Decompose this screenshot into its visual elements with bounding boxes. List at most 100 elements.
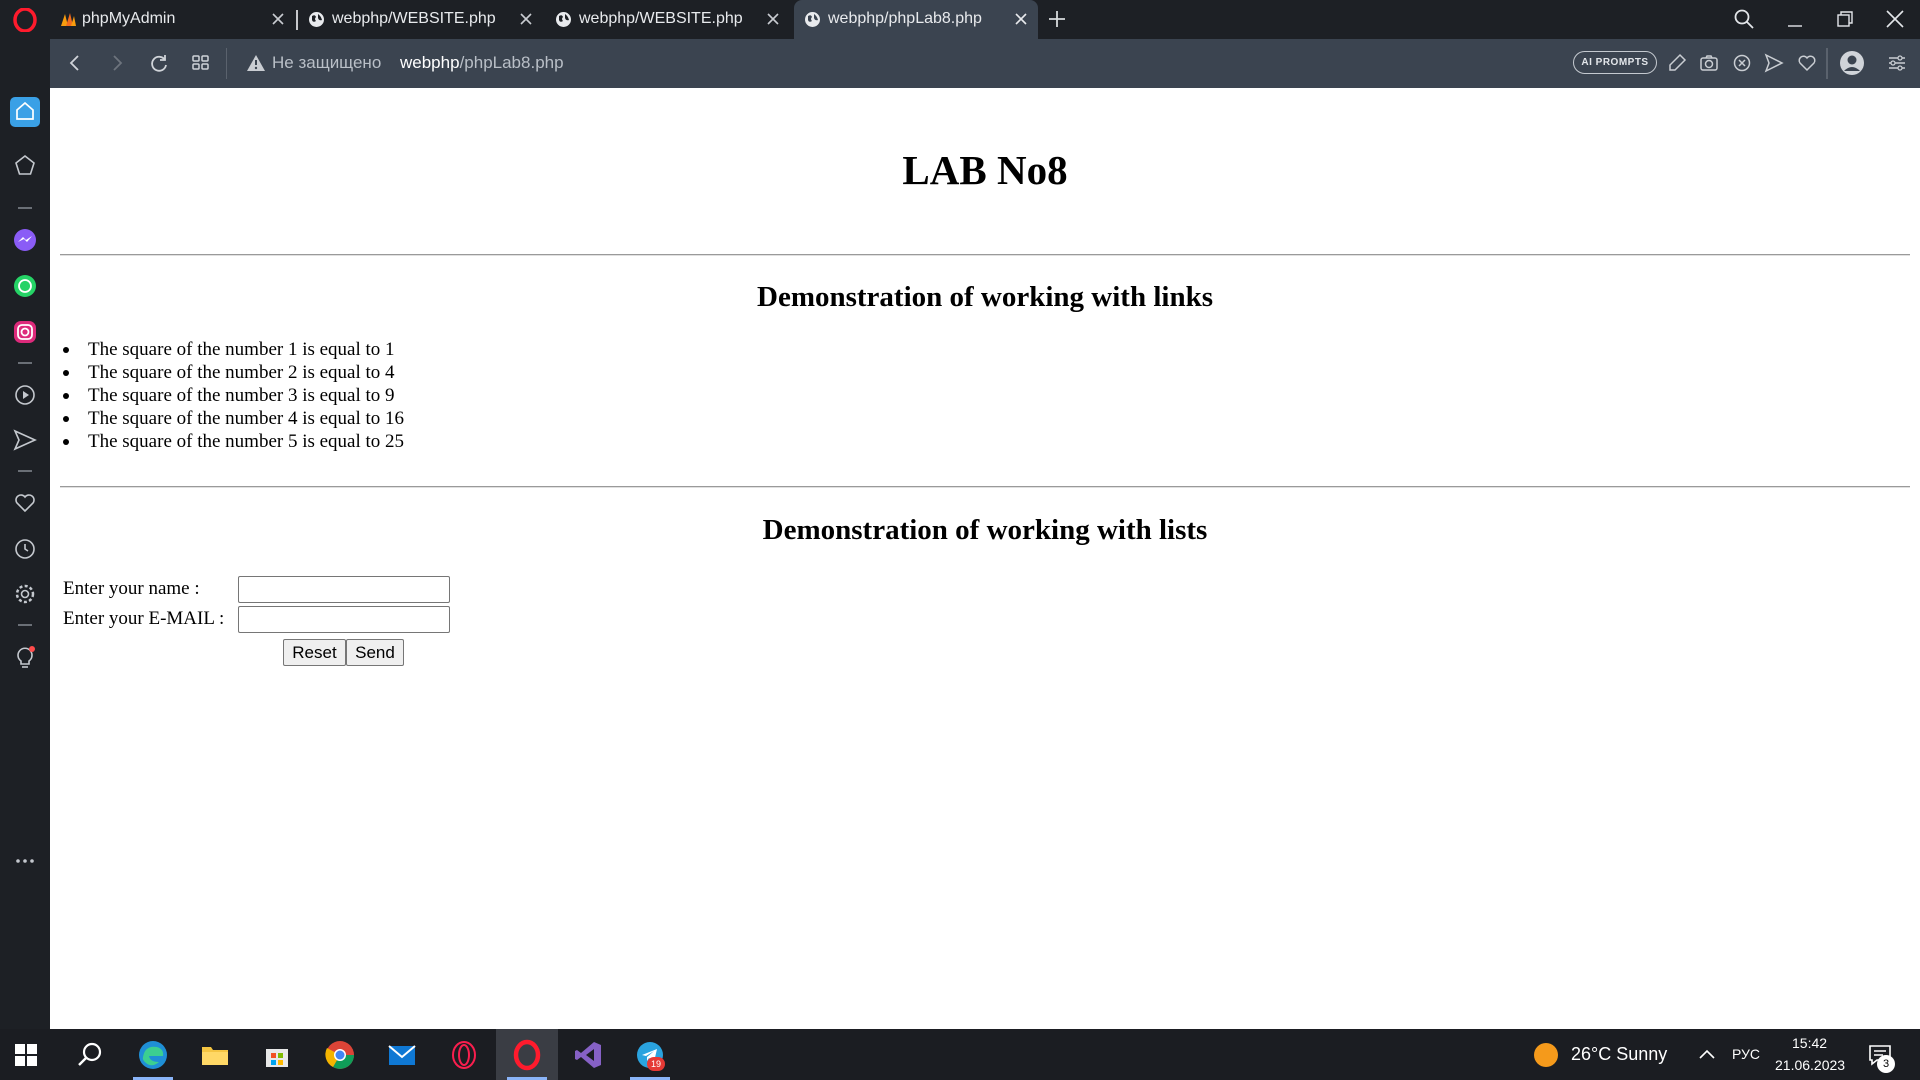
search-tabs-icon[interactable] bbox=[1733, 8, 1755, 30]
clock-date[interactable]: 21.06.2023 bbox=[1775, 1057, 1845, 1073]
name-input[interactable] bbox=[238, 576, 450, 603]
sidebar-separator bbox=[18, 362, 32, 364]
security-label[interactable]: Не защищено bbox=[272, 53, 381, 73]
email-input[interactable] bbox=[238, 606, 450, 633]
list-item: The square of the number 3 is equal to 9 bbox=[63, 384, 404, 407]
easy-setup-icon[interactable] bbox=[1886, 52, 1908, 74]
horizontal-rule bbox=[60, 254, 1910, 256]
chrome-icon[interactable] bbox=[324, 1039, 356, 1071]
bullet bbox=[63, 439, 69, 445]
clock-time[interactable]: 15:42 bbox=[1792, 1035, 1827, 1051]
list-item-text: The square of the number 4 is equal to 1… bbox=[88, 408, 405, 429]
sidebar bbox=[0, 39, 50, 1029]
adblock-icon[interactable] bbox=[1731, 52, 1753, 74]
language-indicator[interactable]: РУС bbox=[1732, 1046, 1760, 1062]
tab-title: webphp/phpLab8.php bbox=[828, 10, 982, 27]
sidebar-separator bbox=[18, 624, 32, 626]
instagram-icon[interactable] bbox=[12, 319, 38, 345]
tab-strip: phpMyAdmin webphp/WEBSITE.php webphp/WEB… bbox=[0, 0, 1920, 39]
file-explorer-icon[interactable] bbox=[199, 1039, 231, 1071]
sidebar-separator bbox=[18, 207, 32, 209]
links-section-heading: Demonstration of working with links bbox=[757, 281, 1213, 313]
toolbar-divider bbox=[1826, 48, 1828, 79]
windows-start-icon[interactable] bbox=[14, 1043, 38, 1067]
reset-button[interactable]: Reset bbox=[283, 639, 346, 666]
forward-icon[interactable] bbox=[106, 52, 128, 74]
globe-icon bbox=[805, 12, 820, 27]
reload-icon[interactable] bbox=[148, 52, 170, 74]
heart-icon[interactable] bbox=[1796, 52, 1818, 74]
tab-website-1[interactable]: webphp/WEBSITE.php bbox=[298, 0, 543, 39]
settings-gear-icon[interactable] bbox=[12, 581, 38, 607]
url-host: webphp bbox=[400, 53, 460, 72]
whatsapp-icon[interactable] bbox=[12, 273, 38, 299]
email-label: Enter your E-MAIL : bbox=[63, 608, 225, 629]
messenger-icon[interactable] bbox=[12, 227, 38, 253]
microsoft-store-icon[interactable] bbox=[261, 1039, 293, 1071]
close-tab-icon[interactable] bbox=[766, 12, 780, 26]
opera-logo-icon[interactable] bbox=[13, 8, 37, 32]
mail-icon[interactable] bbox=[386, 1039, 418, 1071]
profile-icon[interactable] bbox=[1839, 50, 1865, 76]
notification-count-badge: 3 bbox=[1877, 1055, 1895, 1073]
bullet bbox=[63, 370, 69, 376]
telegram-unread-badge: 19 bbox=[647, 1057, 665, 1071]
address-toolbar: Не защищено webphp/phpLab8.php AI PROMPT… bbox=[50, 39, 1920, 88]
new-tab-icon[interactable] bbox=[1047, 9, 1067, 29]
list-item: The square of the number 4 is equal to 1… bbox=[63, 407, 405, 430]
tab-grid-icon[interactable] bbox=[190, 52, 212, 74]
edit-icon[interactable] bbox=[1666, 52, 1688, 74]
send-icon[interactable] bbox=[1763, 52, 1785, 74]
windows-taskbar: 19 26°C Sunny РУС 15:42 21.06.2023 3 bbox=[0, 1029, 1920, 1080]
close-window-icon[interactable] bbox=[1884, 8, 1906, 30]
lists-section-heading: Demonstration of working with lists bbox=[762, 514, 1208, 546]
weather-widget[interactable]: 26°C Sunny bbox=[1571, 1044, 1667, 1065]
sidebar-separator bbox=[18, 470, 32, 472]
squares-list: The square of the number 1 is equal to 1… bbox=[63, 338, 405, 453]
more-options-icon[interactable] bbox=[12, 848, 38, 874]
tab-phpmyadmin[interactable]: phpMyAdmin bbox=[50, 0, 295, 39]
tab-title: webphp/WEBSITE.php bbox=[579, 10, 743, 27]
camera-icon[interactable] bbox=[1698, 52, 1720, 74]
bullet bbox=[63, 347, 69, 353]
search-icon[interactable] bbox=[74, 1039, 106, 1071]
back-icon[interactable] bbox=[64, 52, 86, 74]
restore-icon[interactable] bbox=[1834, 8, 1856, 30]
minimize-icon[interactable] bbox=[1784, 8, 1806, 30]
toolbar-divider bbox=[226, 48, 227, 79]
tips-lightbulb-icon[interactable] bbox=[12, 644, 38, 670]
list-item-text: The square of the number 5 is equal to 2… bbox=[88, 431, 405, 452]
close-tab-icon[interactable] bbox=[519, 12, 533, 26]
page-title: LAB No8 bbox=[902, 147, 1068, 193]
close-tab-icon[interactable] bbox=[271, 12, 285, 26]
address-bar[interactable]: webphp/phpLab8.php bbox=[400, 53, 564, 73]
history-icon[interactable] bbox=[12, 536, 38, 562]
phpmyadmin-icon bbox=[61, 13, 76, 26]
list-item: The square of the number 5 is equal to 2… bbox=[63, 430, 405, 453]
tab-title: phpMyAdmin bbox=[82, 10, 176, 27]
player-icon[interactable] bbox=[12, 382, 38, 408]
visual-studio-icon[interactable] bbox=[572, 1039, 604, 1071]
bookmarks-heart-icon[interactable] bbox=[12, 490, 38, 516]
horizontal-rule bbox=[60, 486, 1910, 488]
tab-phplab8[interactable]: webphp/phpLab8.php bbox=[794, 0, 1038, 39]
opera-gx-icon[interactable] bbox=[448, 1039, 480, 1071]
list-item: The square of the number 1 is equal to 1 bbox=[63, 338, 404, 361]
edge-icon[interactable] bbox=[137, 1039, 169, 1071]
close-tab-icon[interactable] bbox=[1014, 12, 1028, 26]
tab-website-2[interactable]: webphp/WEBSITE.php bbox=[545, 0, 790, 39]
ai-prompts-button[interactable]: AI PROMPTS bbox=[1573, 51, 1657, 74]
globe-icon bbox=[309, 12, 324, 27]
send-button[interactable]: Send bbox=[346, 639, 404, 666]
name-label: Enter your name : bbox=[63, 578, 200, 599]
opera-icon[interactable] bbox=[511, 1039, 543, 1071]
chevron-up-icon[interactable] bbox=[1697, 1045, 1717, 1065]
weather-sun-icon[interactable] bbox=[1533, 1042, 1559, 1068]
list-item-text: The square of the number 1 is equal to 1 bbox=[88, 339, 395, 360]
home-icon bbox=[16, 101, 34, 120]
warning-icon[interactable] bbox=[245, 52, 267, 74]
speed-dial-icon[interactable] bbox=[12, 153, 38, 179]
tab-title: webphp/WEBSITE.php bbox=[332, 10, 496, 27]
list-item: The square of the number 2 is equal to 4 bbox=[63, 361, 404, 384]
send-flow-icon[interactable] bbox=[12, 427, 38, 453]
